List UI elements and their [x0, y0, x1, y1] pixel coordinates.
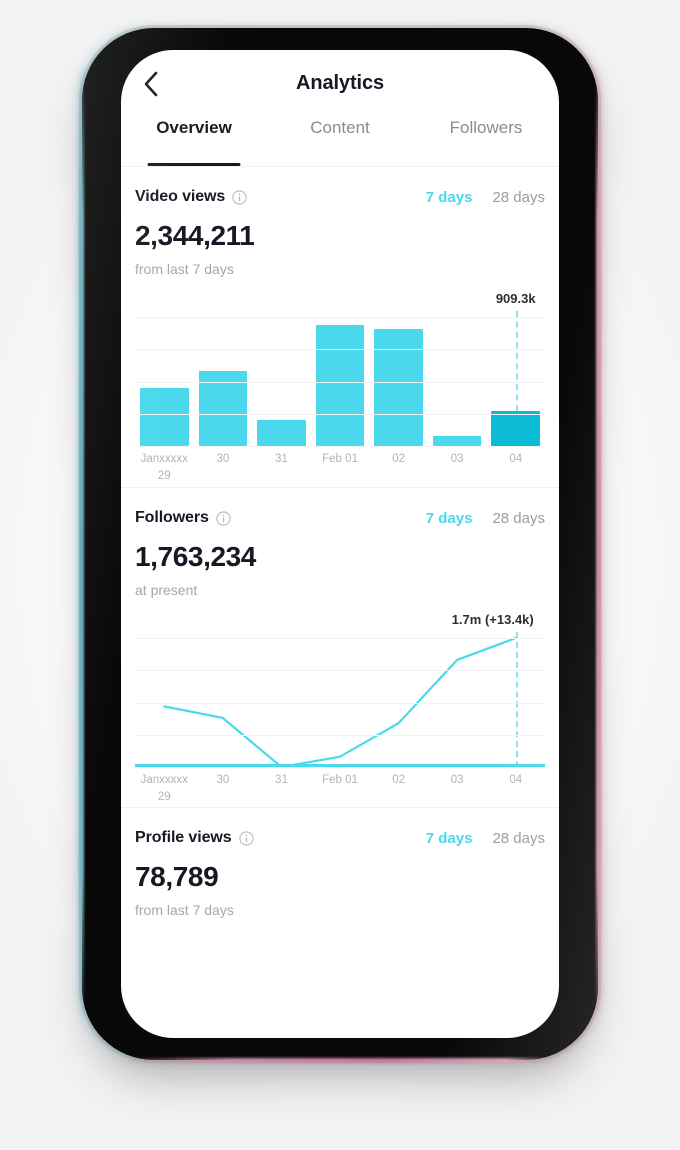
bar-chart-annotation: 909.3k [495, 291, 536, 306]
info-circle-icon[interactable] [216, 510, 231, 526]
bar-chart-x-axis: Janxxxxx 29 30 31 Feb 01 02 03 04 [135, 451, 545, 486]
followers-line-chart[interactable]: 1.7m (+13.4k) Janxxxxx 29 30 31 Feb 01 02 03 04 [135, 612, 545, 807]
axis-tick-label: Feb 01 [322, 774, 358, 786]
card-video-views: Video views 7 days 28 days 2,344,211 fro… [121, 167, 559, 487]
metric-value: 2,344,211 [135, 220, 255, 251]
tab-overview[interactable]: Overview [121, 116, 267, 166]
axis-tick-label: 30 [216, 774, 230, 786]
range-28-days[interactable]: 28 days [492, 189, 545, 206]
axis-tick-label: 30 [216, 453, 230, 465]
page-title: Analytics [295, 72, 385, 94]
gridline [135, 638, 545, 639]
device-rim-bottom [122, 1058, 558, 1063]
metric-subtitle: from last 7 days [135, 261, 234, 277]
phone-device-frame: Analytics Overview Content Followers Vid… [79, 28, 601, 1063]
device-rim-right [596, 62, 601, 1026]
metric-subtitle: from last 7 days [135, 902, 234, 918]
bar [432, 435, 482, 446]
device-rim-left [79, 62, 84, 1026]
range-28-days[interactable]: 28 days [492, 510, 545, 527]
axis-tick-label: 04 [509, 453, 523, 465]
axis-tick-label: 02 [392, 453, 405, 465]
axis-tick-label: 03 [450, 453, 464, 465]
card-header: Profile views 7 days 28 days [135, 808, 545, 847]
gridline [135, 702, 545, 704]
axis-tick-label: Janxxxxx 29 [140, 453, 188, 483]
metric-value: 78,789 [135, 861, 219, 892]
axis-tick-label: 03 [450, 774, 464, 786]
metric-subtitle: at present [135, 582, 198, 598]
card-title: Video views [135, 188, 226, 205]
gridline [135, 413, 545, 415]
bar [139, 387, 189, 446]
line-chart-marker-line [515, 632, 518, 767]
gridline [135, 446, 545, 447]
range-7-days[interactable]: 7 days [426, 510, 473, 527]
info-circle-icon[interactable] [238, 830, 254, 846]
axis-tick-label: 02 [392, 774, 405, 786]
gridline [135, 734, 545, 736]
tab-followers[interactable]: Followers [413, 116, 559, 166]
range-7-days[interactable]: 7 days [426, 830, 473, 847]
axis-tick-label: 04 [509, 774, 523, 786]
navigation-bar: Analytics [121, 50, 559, 116]
gridline [135, 317, 545, 318]
card-profile-views: Profile views 7 days 28 days 78,789 from… [121, 807, 559, 918]
tab-bar: Overview Content Followers [121, 116, 559, 167]
bar [257, 420, 306, 446]
bar [374, 328, 423, 446]
range-28-days[interactable]: 28 days [492, 830, 545, 847]
card-title: Profile views [135, 829, 232, 846]
card-header: Video views 7 days 28 days [135, 167, 545, 206]
info-circle-icon[interactable] [232, 189, 247, 205]
bar [315, 324, 365, 446]
range-selector: 7 days 28 days [426, 189, 545, 206]
axis-tick-label: Janxxxxx 29 [140, 774, 188, 804]
gridline [135, 349, 545, 351]
axis-tick-label: 31 [275, 453, 288, 465]
card-title: Followers [135, 509, 209, 526]
gridline [135, 767, 545, 768]
card-followers: Followers 7 days 28 days 1,763,234 at pr… [121, 487, 559, 807]
axis-tick-label: 31 [275, 774, 288, 786]
line-chart-annotation: 1.7m (+13.4k) [451, 612, 534, 627]
line-chart-x-axis: Janxxxxx 29 30 31 Feb 01 02 03 04 [135, 772, 545, 807]
video-views-bar-chart[interactable]: 909.3k Janxxxxx 29 30 31 Feb 01 02 03 04 [135, 291, 545, 487]
range-selector: 7 days 28 days [426, 830, 545, 847]
gridline [135, 381, 545, 383]
metric-value: 1,763,234 [135, 541, 256, 572]
card-header: Followers 7 days 28 days [135, 488, 545, 527]
phone-screen: Analytics Overview Content Followers Vid… [121, 50, 559, 1038]
gridline [135, 670, 545, 672]
tab-content[interactable]: Content [267, 116, 413, 166]
range-7-days[interactable]: 7 days [426, 189, 473, 206]
axis-tick-label: Feb 01 [322, 453, 358, 465]
range-selector: 7 days 28 days [426, 510, 545, 527]
bar-highlighted [491, 411, 541, 446]
